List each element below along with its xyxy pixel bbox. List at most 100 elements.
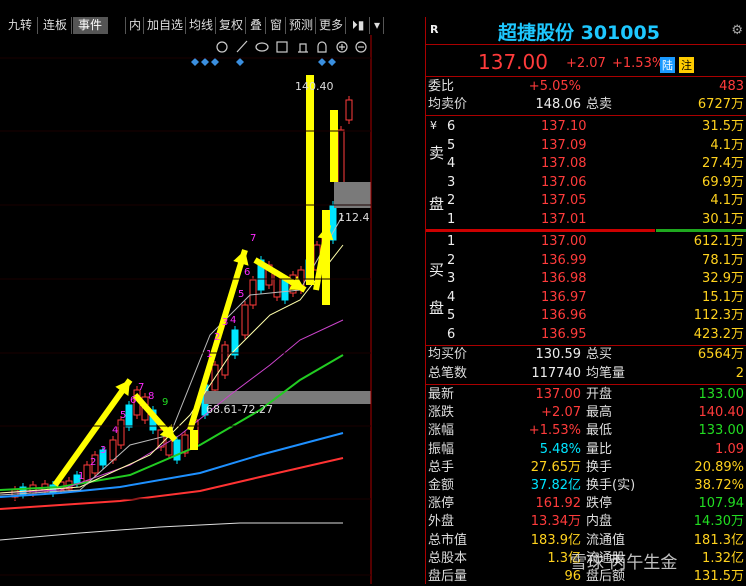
stat-row-label: 总手 [428,459,455,475]
toolbar-tab-7[interactable]: 复权 [217,17,246,34]
buy-avg-row-value: 130.59 [535,347,582,362]
toolbar-tab-12[interactable]: ⏵▮ [347,17,370,34]
stat-row-label: 涨幅 [428,423,455,439]
trash-tool-icon [298,43,308,53]
ask-row: 69.9万 3 137.06 [426,173,746,192]
stat-row-label: 总股本 [428,550,468,566]
bid-price: 136.97 [541,289,587,305]
bid-row: 15.1万 4 136.97 [426,288,746,307]
seq-number: 3 [222,317,228,328]
ma-line-red [0,457,344,510]
stat-row-value: +2.07 [541,405,581,421]
seq-number: 4 [112,425,118,436]
stat-row-label2: 跌停 [586,496,613,512]
toolbar-tab-0[interactable]: 九转 [3,17,38,34]
toolbar-tab-6[interactable]: 均线 [187,17,216,34]
hk-connect-badge: 陆 [660,57,675,73]
seq-number: 9 [162,397,168,408]
trades-row-value: 117740 [531,366,581,381]
stat-row-value: 183.9亿 [530,532,581,548]
tool-icons[interactable] [216,40,367,53]
weibi-row-label: 委比 [428,79,455,94]
ask-price: 137.06 [541,174,587,190]
stat-row: 涨停 161.92 跌停 107.94 [426,494,746,513]
ask-row-value2: 30.1万 [702,212,744,227]
kline-chart[interactable]: 1234567891234567140.40112.468.61-72.27 1… [0,35,374,584]
change: +2.07 [566,56,606,71]
bid-price: 136.99 [541,252,587,268]
stat-row-label: 最新 [428,387,455,402]
stat-row-label2: 开盘 [586,387,613,402]
toolbar-tab-1[interactable]: 连板 [39,17,72,34]
stat-row-value2: 14.30万 [693,514,744,530]
stat-row-label: 振幅 [428,441,455,457]
bid-row-value2: 78.1万 [702,252,744,268]
ma-line-white [0,522,343,541]
seq-number: 7 [250,233,256,244]
lock-tool-icon [317,41,327,53]
toolbar-tab-9[interactable]: 窗 [267,17,286,34]
stat-row-label: 外盘 [428,514,455,530]
bid-level: 6 [447,327,456,342]
bid-row-value2: 112.3万 [693,308,744,324]
weibi-row: 委比 +5.05% 483 [426,77,746,96]
sell-avg-row-label: 均卖价 [428,97,468,112]
candle-body [345,99,353,121]
stat-row-label2: 最低 [586,423,613,439]
ask-level: 6 [447,119,456,134]
change-pct: +1.53% [612,56,665,71]
separator [426,115,746,116]
price-axis: 146.97130.72114.2597.7881.3265.0748.6032… [0,35,372,584]
event-diamond [201,58,209,66]
bid-level: 4 [447,289,456,305]
stat-row-value: 5.48% [539,441,581,457]
candle-body [337,129,345,186]
stat-row-value2: 133.00 [698,387,745,402]
ask-row-value2: 4.1万 [710,137,744,153]
ask-price: 137.01 [541,212,587,227]
candle-body [109,439,117,461]
toolbar-tab-5[interactable]: 加自选 [145,17,186,34]
candle-body [281,279,289,301]
event-diamond [236,58,244,66]
toolbar-tab-13[interactable]: ▾ [371,17,384,34]
bid-row-value2: 612.1万 [693,234,744,249]
stat-row-label2: 流通值 [586,532,626,548]
weibi-row-value2: 483 [719,79,744,94]
ask-row: 30.1万 1 137.01 [426,210,746,229]
stat-row: 金额 37.82亿 换手(实) 38.72% [426,476,746,495]
toolbar-tab-4[interactable]: 内 [127,17,144,34]
ask-row: 27.4万 4 137.08 [426,154,746,173]
buy-avg-row-label: 均买价 [428,347,468,362]
bid-row: 112.3万 5 136.96 [426,306,746,325]
seq-number: 1 [78,471,84,482]
sell-avg-row: 均卖价 148.06 总卖 6727万 [426,95,746,114]
watermark: 雪球 丙午生金 [570,553,678,573]
stat-row-label2: 最高 [586,405,613,421]
ma-line-magenta [0,319,344,494]
stat-row-value2: 1.32亿 [702,550,744,566]
bid-row-value2: 15.1万 [702,289,744,305]
stat-row-value2: 131.5万 [693,569,744,584]
stat-row-value: 137.00 [535,387,582,402]
bid-price: 136.96 [541,308,587,324]
trades-row: 总笔数 117740 均笔量 2 [426,364,746,383]
stat-row-value2: 133.00 [698,423,745,439]
toolbar-tab-8[interactable]: 叠 [247,17,266,34]
eye-tool-icon [255,42,269,52]
stat-row-label: 涨停 [428,496,455,512]
gear-icon[interactable]: ⚙ [731,23,743,38]
candle-body [249,279,257,306]
ask-level: 1 [447,212,456,227]
bid-row: 423.2万 6 136.95 [426,325,746,344]
bid-price: 136.95 [541,327,587,342]
toolbar-tab-2[interactable]: 事件 [73,17,108,34]
stat-row-label2: 换手(实) [586,478,636,493]
toolbar-tab-11[interactable]: 更多 [317,17,346,34]
toolbar-tab-10[interactable]: 预测 [287,17,316,34]
bid-price: 136.98 [541,271,587,287]
toolbar-tab-3[interactable] [109,17,126,34]
ask-row: 4.1万 2 137.05 [426,191,746,210]
candle-body [273,274,281,298]
stat-row-value2: 140.40 [698,405,745,421]
